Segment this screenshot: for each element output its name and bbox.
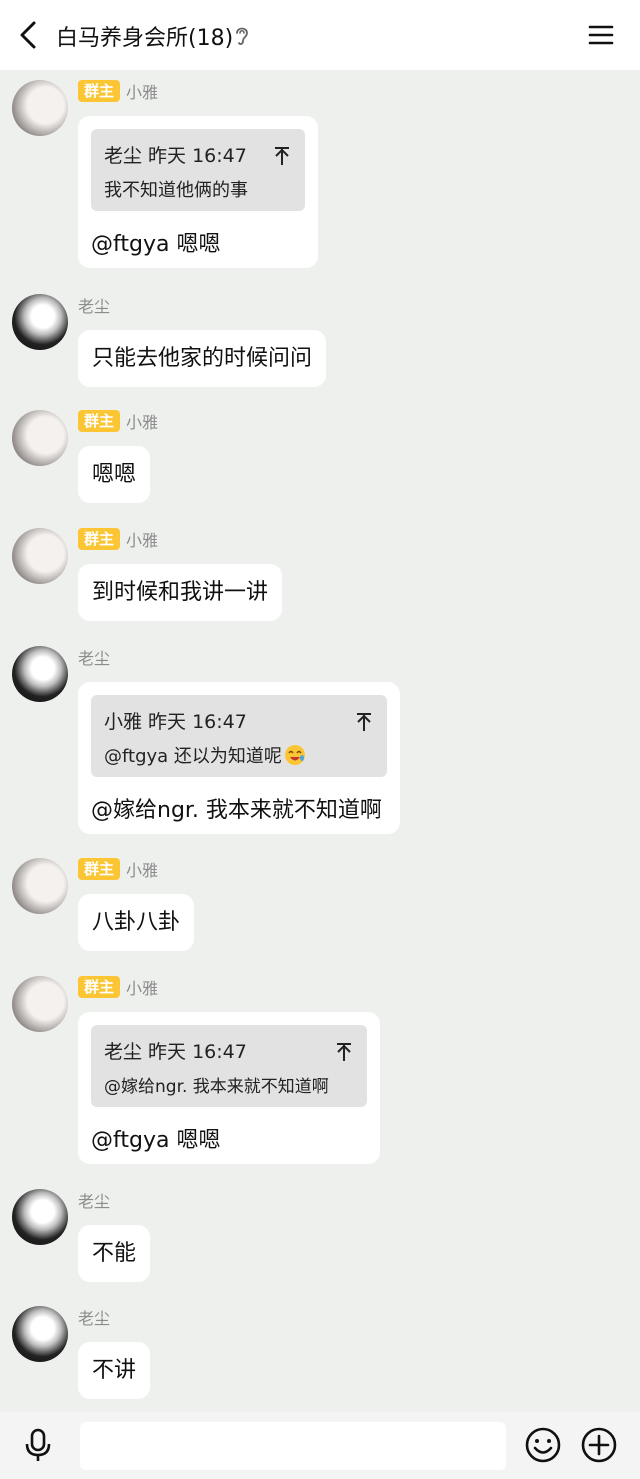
sender-name: 小雅 (126, 979, 159, 998)
jump-to-top-icon[interactable] (335, 1041, 353, 1063)
avatar[interactable] (12, 528, 68, 584)
avatar[interactable] (12, 80, 68, 136)
ear-icon (236, 27, 248, 45)
quoted-message[interactable]: 小雅 昨天 16:47 @ftgya 还以为知道呢 (91, 695, 387, 777)
message-bubble[interactable]: 小雅 昨天 16:47 @ftgya 还以为知道呢 @嫁给ngr. 我本来就不知… (78, 682, 400, 834)
sender-name: 小雅 (126, 531, 159, 550)
owner-badge: 群主 (78, 528, 121, 550)
message-bubble[interactable]: 不讲 (78, 1342, 151, 1399)
avatar[interactable] (12, 858, 68, 914)
message-text: @ftgya 嗯嗯 (91, 1128, 221, 1153)
message-bubble[interactable]: 不能 (78, 1225, 151, 1282)
sender-name: 老尘 (78, 1309, 111, 1328)
avatar[interactable] (12, 410, 68, 466)
input-bar (0, 1412, 640, 1479)
owner-badge: 群主 (78, 858, 121, 880)
sender-name: 小雅 (126, 861, 159, 880)
sender-name: 小雅 (126, 83, 159, 102)
laughing-emoji-icon (284, 745, 305, 765)
owner-badge: 群主 (78, 976, 121, 998)
owner-badge: 群主 (78, 80, 121, 102)
jump-to-top-icon[interactable] (273, 145, 291, 167)
message-bubble[interactable]: 嗯嗯 (78, 446, 151, 503)
sender-name: 小雅 (126, 413, 159, 432)
sender-name: 老尘 (78, 1192, 111, 1211)
quote-text: @ftgya 还以为知道呢 (104, 746, 282, 767)
quote-text: 我不知道他俩的事 (104, 180, 248, 201)
message-input[interactable] (80, 1422, 506, 1470)
message-bubble[interactable]: 只能去他家的时候问问 (78, 330, 327, 387)
quote-author: 老尘 昨天 16:47 (104, 1041, 247, 1063)
message-bubble[interactable]: 到时候和我讲一讲 (78, 564, 283, 621)
jump-to-top-icon[interactable] (355, 711, 373, 733)
message-text: @嫁给ngr. 我本来就不知道啊 (91, 798, 382, 823)
quote-text-row: @ftgya 还以为知道呢 (104, 742, 306, 768)
plus-circle-icon[interactable] (580, 1426, 618, 1464)
avatar[interactable] (12, 646, 68, 702)
smiley-icon[interactable] (524, 1426, 562, 1464)
chat-header: 白马养身会所(18) (0, 0, 640, 70)
quoted-message[interactable]: 老尘 昨天 16:47 我不知道他俩的事 (91, 129, 305, 211)
message-bubble[interactable]: 八卦八卦 (78, 894, 195, 951)
sender-name: 老尘 (78, 297, 111, 316)
menu-icon[interactable] (586, 20, 616, 50)
message-bubble[interactable]: 老尘 昨天 16:47 我不知道他俩的事 @ftgya 嗯嗯 (78, 116, 318, 268)
back-icon[interactable] (12, 17, 46, 53)
quote-author: 老尘 昨天 16:47 (104, 145, 247, 167)
message-text: @ftgya 嗯嗯 (91, 232, 221, 257)
microphone-icon[interactable] (22, 1428, 54, 1462)
message-bubble[interactable]: 老尘 昨天 16:47 @嫁给ngr. 我本来就不知道啊 @ftgya 嗯嗯 (78, 1012, 380, 1164)
avatar[interactable] (12, 976, 68, 1032)
sender-name: 老尘 (78, 649, 111, 668)
chat-title[interactable]: 白马养身会所(18) (56, 20, 233, 52)
owner-badge: 群主 (78, 410, 121, 432)
quote-text: @嫁给ngr. 我本来就不知道啊 (104, 1077, 329, 1097)
quoted-message[interactable]: 老尘 昨天 16:47 @嫁给ngr. 我本来就不知道啊 (91, 1025, 367, 1107)
avatar[interactable] (12, 1189, 68, 1245)
avatar[interactable] (12, 294, 68, 350)
quote-author: 小雅 昨天 16:47 (104, 711, 247, 733)
avatar[interactable] (12, 1306, 68, 1362)
